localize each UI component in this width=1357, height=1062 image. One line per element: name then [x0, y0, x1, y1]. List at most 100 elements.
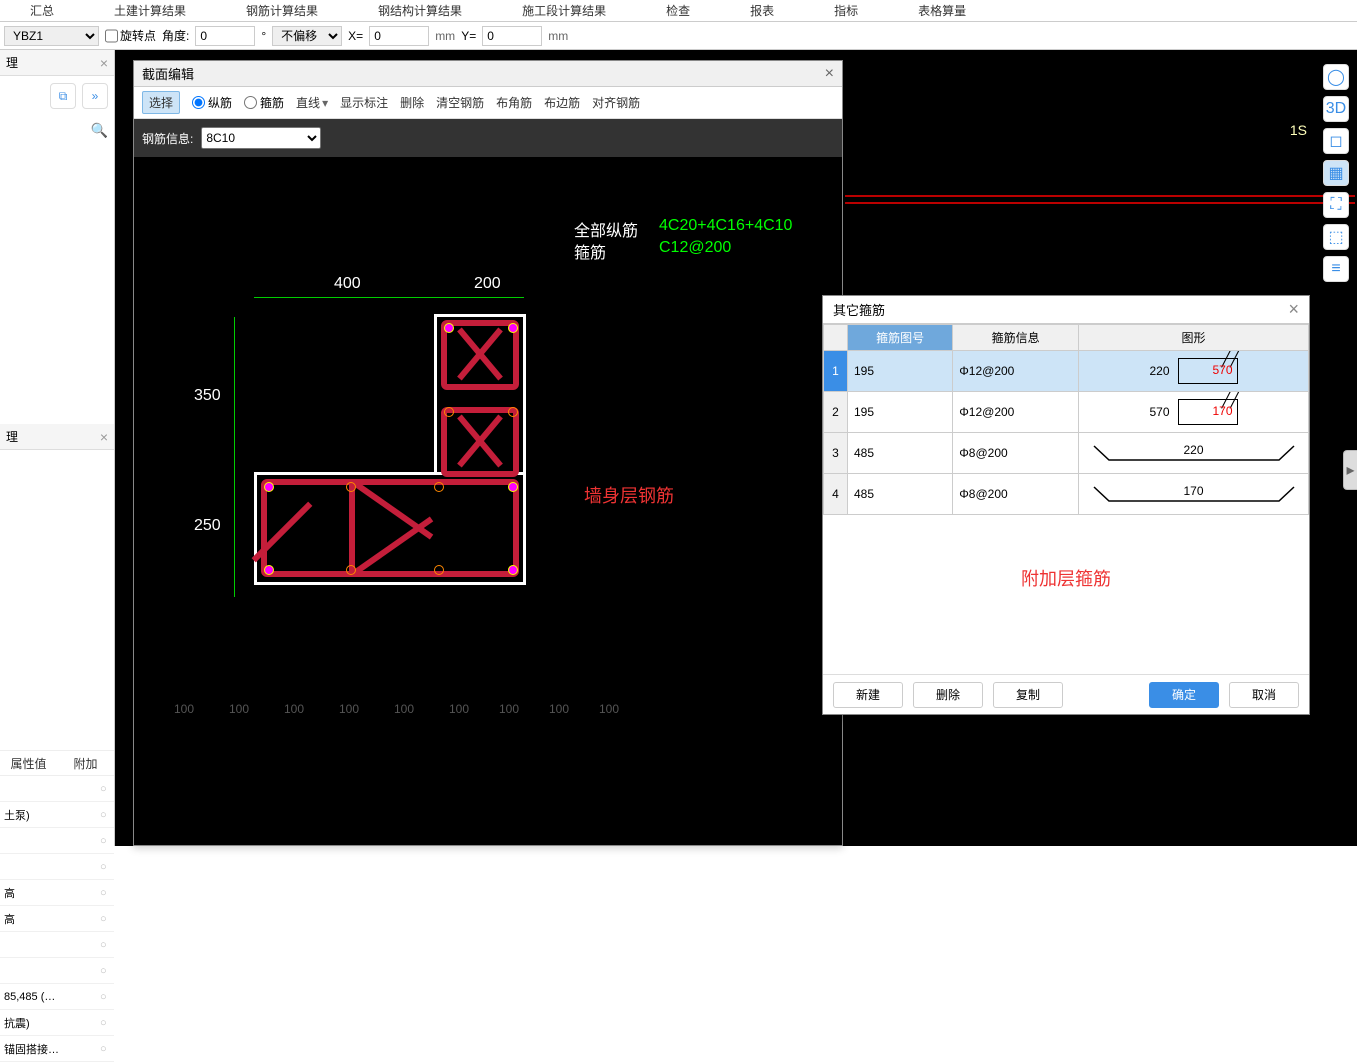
expand-icon[interactable]: » — [82, 83, 108, 109]
attr-row[interactable]: ○ — [0, 854, 114, 880]
additional-stirrup-label: 附加层箍筋 — [823, 515, 1309, 641]
wall-rebar-label: 墙身层钢筋 — [584, 482, 674, 508]
menu-index[interactable]: 指标 — [804, 2, 888, 19]
grid-label: 100 — [174, 702, 194, 716]
table-row[interactable]: 1 195 Φ12@200 220╱╱570 — [824, 351, 1309, 392]
col-info[interactable]: 箍筋信息 — [953, 325, 1079, 351]
angle-deg: ° — [261, 29, 266, 43]
attr-panel-title: 理 — [6, 428, 18, 445]
view-cube-icon[interactable]: ◻ — [1323, 128, 1349, 154]
line-dropdown[interactable]: 直线 — [296, 94, 328, 111]
dim-400: 400 — [334, 275, 361, 293]
left-panel-title: 理 — [6, 54, 18, 71]
attr-row[interactable]: ○ — [0, 932, 114, 958]
clear-rebar-button[interactable]: 清空钢筋 — [436, 94, 484, 111]
ok-button[interactable]: 确定 — [1149, 682, 1219, 708]
y-unit: mm — [548, 29, 568, 43]
x-unit: mm — [435, 29, 455, 43]
menu-steel[interactable]: 钢结构计算结果 — [348, 2, 492, 19]
rebar-info-select[interactable]: 8C10 — [201, 127, 321, 149]
top-menu: 汇总 土建计算结果 钢筋计算结果 钢结构计算结果 施工段计算结果 检查 报表 指… — [0, 0, 1357, 22]
dialog-title: 其它箍筋 — [833, 300, 885, 319]
stirrup-table: 箍筋图号 箍筋信息 图形 1 195 Φ12@200 220╱╱570 2 19… — [823, 324, 1309, 515]
copy-button[interactable]: 复制 — [993, 682, 1063, 708]
angle-label: 角度: — [162, 27, 189, 44]
attr-header-value: 属性值 — [0, 751, 57, 775]
rotate-point-checkbox[interactable]: 旋转点 — [105, 26, 156, 46]
grid-label: 100 — [394, 702, 414, 716]
view-box-icon[interactable]: ⬚ — [1323, 224, 1349, 250]
menu-civil[interactable]: 土建计算结果 — [84, 2, 216, 19]
attr-row[interactable]: ○ — [0, 958, 114, 984]
editor-canvas[interactable]: 全部纵筋 4C20+4C16+4C10 箍筋 C12@200 400 200 3… — [134, 157, 842, 845]
menu-table[interactable]: 表格算量 — [888, 2, 996, 19]
x-input[interactable] — [369, 26, 429, 46]
offset-select[interactable]: 不偏移 — [272, 26, 342, 46]
right-toolbar: ◯ 3D ◻ ▦ ⛶ ⬚ ≡ — [1323, 64, 1353, 282]
align-rebar-button[interactable]: 对齐钢筋 — [592, 94, 640, 111]
attr-row[interactable]: 锚固搭接…○ — [0, 1036, 114, 1062]
grid-label: 100 — [449, 702, 469, 716]
cancel-button[interactable]: 取消 — [1229, 682, 1299, 708]
x-label: X= — [348, 29, 363, 43]
toolbar: YBZ1 旋转点 角度: ° 不偏移 X= mm Y= mm — [0, 22, 1357, 50]
corner-rebar-button[interactable]: 布角筋 — [496, 94, 532, 111]
show-dim-button[interactable]: 显示标注 — [340, 94, 388, 111]
select-button[interactable]: 选择 — [142, 91, 180, 114]
grid-label: 100 — [229, 702, 249, 716]
summary-longitudinal-label: 全部纵筋 — [574, 217, 638, 241]
view-list-icon[interactable]: ≡ — [1323, 256, 1349, 282]
col-shape[interactable]: 图形 — [1079, 325, 1309, 351]
dim-200: 200 — [474, 275, 501, 293]
table-row[interactable]: 2 195 Φ12@200 570╱╱170 — [824, 392, 1309, 433]
angle-input[interactable] — [195, 26, 255, 46]
grid-label: 100 — [549, 702, 569, 716]
element-select[interactable]: YBZ1 — [4, 26, 99, 46]
menu-check[interactable]: 检查 — [636, 2, 720, 19]
menu-construction[interactable]: 施工段计算结果 — [492, 2, 636, 19]
view-top-icon[interactable]: ▦ — [1323, 160, 1349, 186]
attr-row[interactable]: 85,485 (…○ — [0, 984, 114, 1010]
y-input[interactable] — [482, 26, 542, 46]
grid-label: 100 — [284, 702, 304, 716]
attr-row[interactable]: ○ — [0, 776, 114, 802]
section-editor-window: 截面编辑 × 选择 纵筋 箍筋 直线 显示标注 删除 清空钢筋 布角筋 布边筋 … — [133, 60, 843, 846]
table-row[interactable]: 4 485 Φ8@200 170 — [824, 474, 1309, 515]
view-3d-icon[interactable]: 3D — [1323, 96, 1349, 122]
side-rebar-button[interactable]: 布边筋 — [544, 94, 580, 111]
view-bounds-icon[interactable]: ⛶ — [1323, 192, 1349, 218]
menu-summary[interactable]: 汇总 — [0, 2, 84, 19]
attr-row[interactable]: 高○ — [0, 906, 114, 932]
summary-stirrup-value: C12@200 — [659, 239, 731, 257]
stirrup-radio[interactable]: 箍筋 — [244, 94, 284, 111]
attr-row[interactable]: 土泵)○ — [0, 802, 114, 828]
right-collapse-tab[interactable]: ▸ — [1343, 450, 1357, 490]
attr-row[interactable]: 高○ — [0, 880, 114, 906]
grid-label: 100 — [599, 702, 619, 716]
close-icon-2[interactable]: × — [100, 429, 108, 445]
rebar-info-label: 钢筋信息: — [142, 130, 193, 147]
close-icon[interactable]: × — [825, 65, 834, 83]
copy-icon[interactable]: ⧉ — [50, 83, 76, 109]
new-button[interactable]: 新建 — [833, 682, 903, 708]
delete-button[interactable]: 删除 — [400, 94, 424, 111]
menu-report[interactable]: 报表 — [720, 2, 804, 19]
grid-label: 100 — [499, 702, 519, 716]
attr-row[interactable]: 抗震)○ — [0, 1010, 114, 1036]
delete-button[interactable]: 删除 — [913, 682, 983, 708]
view-orbit-icon[interactable]: ◯ — [1323, 64, 1349, 90]
attr-row[interactable]: ○ — [0, 828, 114, 854]
close-icon[interactable]: × — [100, 55, 108, 71]
close-icon[interactable]: × — [1288, 299, 1299, 320]
dim-350: 350 — [194, 387, 221, 405]
left-panel: 理 × ⧉ » 🔍 理 × 属性值 附加 ○土泵)○○○高○高○○○85,485… — [0, 50, 115, 846]
longitudinal-radio[interactable]: 纵筋 — [192, 94, 232, 111]
summary-stirrup-label: 箍筋 — [574, 239, 606, 263]
other-stirrups-dialog: 其它箍筋 × 箍筋图号 箍筋信息 图形 1 195 Φ12@200 220╱╱5… — [822, 295, 1310, 715]
table-row[interactable]: 3 485 Φ8@200 220 — [824, 433, 1309, 474]
search-icon[interactable]: 🔍 — [91, 122, 108, 139]
col-number[interactable]: 箍筋图号 — [848, 325, 953, 351]
marker-1s: 1S — [1290, 122, 1307, 138]
menu-rebar[interactable]: 钢筋计算结果 — [216, 2, 348, 19]
summary-longitudinal-value: 4C20+4C16+4C10 — [659, 217, 792, 235]
